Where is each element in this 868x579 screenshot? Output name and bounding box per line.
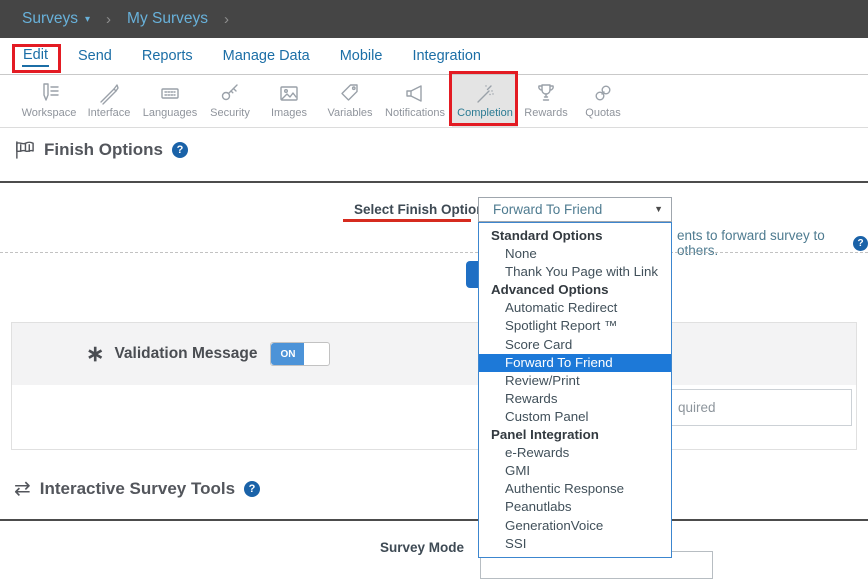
megaphone-icon (403, 80, 427, 106)
tab-integration[interactable]: Integration (411, 46, 482, 66)
finish-options-header: Finish Options ? (14, 140, 188, 160)
tab-edit[interactable]: Edit (22, 45, 49, 67)
tab-manage-data[interactable]: Manage Data (222, 46, 311, 66)
surveys-menu[interactable]: Surveys ▾ (22, 10, 90, 28)
pen-icon (97, 80, 121, 106)
toolbar-item-workspace[interactable]: Workspace (16, 75, 82, 127)
validation-message-header: ∗ Validation Message ON (12, 323, 856, 385)
toolbar-item-label: Completion (457, 107, 513, 119)
description-text-fragment: ents to forward survey to others. (677, 228, 847, 258)
toolbar-item-images[interactable]: Images (256, 75, 322, 127)
validation-message-toggle[interactable]: ON (270, 342, 330, 366)
dropdown-group-header: Panel Integration (479, 426, 671, 444)
breadcrumb-separator-icon: › (224, 11, 229, 28)
chain-links-icon (591, 80, 615, 106)
validation-message-title: Validation Message (114, 345, 257, 363)
survey-mode-label: Survey Mode (376, 540, 464, 555)
toolbar-item-languages[interactable]: Languages (136, 75, 204, 127)
dropdown-group-header: Standard Options (479, 227, 671, 245)
toggle-on-label: ON (271, 343, 304, 365)
tab-mobile[interactable]: Mobile (339, 46, 384, 66)
toolbar-item-interface[interactable]: Interface (82, 75, 136, 127)
asterisk-icon: ∗ (86, 347, 104, 360)
section-divider (0, 519, 868, 521)
select-caret-icon: ▼ (654, 204, 663, 214)
label-red-underline-annotation (343, 219, 471, 222)
dropdown-group-header: Advanced Options (479, 281, 671, 299)
toolbar-item-label: Workspace (22, 107, 77, 119)
dropdown-option-selected[interactable]: Forward To Friend (479, 354, 671, 372)
finish-option-dropdown-list: Standard Options None Thank You Page wit… (478, 222, 672, 558)
edit-icon-toolbar: Workspace Interface Languages Security I… (0, 75, 868, 128)
toolbar-item-label: Notifications (385, 107, 445, 119)
finish-options-title: Finish Options (44, 140, 163, 160)
trophy-icon (534, 80, 558, 106)
toolbar-item-label: Quotas (585, 107, 620, 119)
toolbar-item-notifications[interactable]: Notifications (378, 75, 452, 127)
dropdown-option[interactable]: GenerationVoice (479, 517, 671, 535)
toolbar-item-quotas[interactable]: Quotas (574, 75, 632, 127)
surveys-menu-label: Surveys (22, 10, 78, 28)
dropdown-option[interactable]: Authentic Response (479, 480, 671, 498)
help-icon[interactable]: ? (853, 236, 868, 251)
section-divider (0, 181, 868, 183)
magic-wand-icon (473, 80, 497, 106)
toolbar-item-rewards[interactable]: Rewards (518, 75, 574, 127)
toolbar-item-label: Variables (327, 107, 372, 119)
key-icon (218, 80, 242, 106)
dropdown-option[interactable]: GMI (479, 462, 671, 480)
toolbar-item-label: Images (271, 107, 307, 119)
finish-flag-icon (14, 140, 35, 160)
validation-message-card: ∗ Validation Message ON (11, 322, 857, 450)
breadcrumb-my-surveys[interactable]: My Surveys (127, 10, 208, 28)
chevron-down-icon: ▾ (85, 14, 90, 25)
select-finish-option-label: Select Finish Option (354, 202, 485, 217)
top-navbar: Surveys ▾ › My Surveys › (0, 0, 868, 38)
dropdown-option[interactable]: Peanutlabs (479, 498, 671, 516)
toolbar-item-security[interactable]: Security (204, 75, 256, 127)
tab-reports[interactable]: Reports (141, 46, 194, 66)
dropdown-option[interactable]: SSI (479, 535, 671, 553)
dropdown-option[interactable]: Review/Print (479, 372, 671, 390)
finish-option-select[interactable]: Forward To Friend ▼ (478, 197, 672, 222)
message-text-value: quired (678, 400, 716, 415)
finish-option-selected-value: Forward To Friend (493, 202, 602, 217)
breadcrumb-separator-icon: › (106, 11, 111, 28)
help-icon[interactable]: ? (244, 481, 260, 497)
toolbar-item-completion[interactable]: Completion (452, 75, 518, 127)
finish-option-description: ents to forward survey to others. ? (677, 228, 868, 258)
interactive-arrows-icon: ⇄ (14, 479, 31, 499)
pencil-lines-icon (37, 80, 61, 106)
dropdown-option[interactable]: Thank You Page with Link (479, 263, 671, 281)
dropdown-option[interactable]: Automatic Redirect (479, 299, 671, 317)
tab-send[interactable]: Send (77, 46, 113, 66)
toolbar-item-variables[interactable]: Variables (322, 75, 378, 127)
toolbar-item-label: Security (210, 107, 250, 119)
toolbar-item-label: Languages (143, 107, 197, 119)
picture-icon (277, 80, 301, 106)
dashed-divider (0, 252, 868, 253)
interactive-tools-title: Interactive Survey Tools (40, 479, 235, 499)
dropdown-option[interactable]: None (479, 245, 671, 263)
toolbar-item-label: Interface (88, 107, 131, 119)
main-tabbar: Edit Send Reports Manage Data Mobile Int… (0, 38, 868, 75)
dropdown-option[interactable]: Rewards (479, 390, 671, 408)
keyboard-icon (158, 80, 182, 106)
toolbar-item-label: Rewards (524, 107, 567, 119)
dropdown-option[interactable]: Spotlight Report ™ (479, 317, 671, 335)
interactive-tools-header: ⇄ Interactive Survey Tools ? (14, 479, 260, 499)
dropdown-option[interactable]: e-Rewards (479, 444, 671, 462)
help-icon[interactable]: ? (172, 142, 188, 158)
dropdown-option[interactable]: Score Card (479, 336, 671, 354)
dropdown-option[interactable]: Custom Panel (479, 408, 671, 426)
tag-icon (338, 80, 362, 106)
